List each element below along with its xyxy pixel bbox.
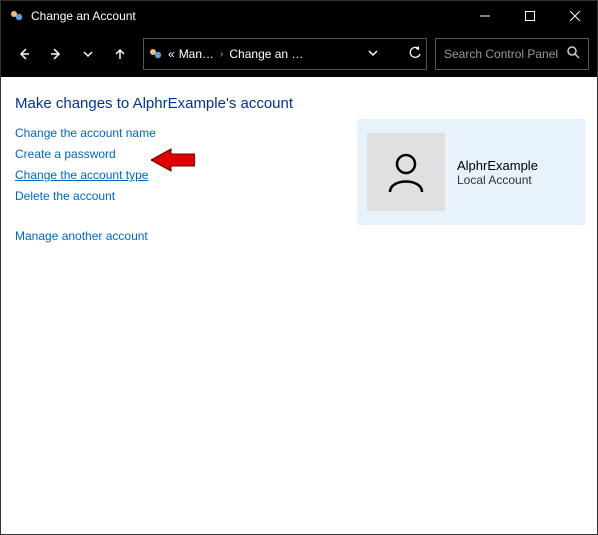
manage-another-account-link[interactable]: Manage another account [15, 229, 148, 243]
search-box[interactable] [435, 38, 589, 70]
navigation-bar: « Man… › Change an … [1, 31, 597, 77]
maximize-button[interactable] [507, 1, 552, 31]
location-icon [148, 46, 164, 62]
avatar [367, 133, 445, 211]
change-account-type-link[interactable]: Change the account type [15, 168, 148, 182]
window-title: Change an Account [31, 9, 462, 23]
content-area: Make changes to AlphrExample's account C… [1, 77, 597, 534]
search-input[interactable] [444, 47, 564, 61]
up-button[interactable] [105, 39, 135, 69]
account-card: AlphrExample Local Account [357, 119, 585, 225]
app-icon [9, 8, 25, 24]
breadcrumb-crumb-1[interactable]: Man… [179, 47, 214, 61]
account-info: AlphrExample Local Account [457, 158, 538, 187]
refresh-button[interactable] [408, 46, 422, 63]
breadcrumb-sep-icon: › [218, 49, 225, 60]
page-heading: Make changes to AlphrExample's account [15, 95, 583, 112]
create-password-link[interactable]: Create a password [15, 147, 116, 161]
forward-button[interactable] [41, 39, 71, 69]
address-dropdown-icon[interactable] [368, 47, 378, 61]
account-name: AlphrExample [457, 158, 538, 173]
titlebar: Change an Account [1, 1, 597, 31]
window-controls [462, 1, 597, 31]
close-button[interactable] [552, 1, 597, 31]
minimize-button[interactable] [462, 1, 507, 31]
breadcrumb-prefix: « [168, 47, 175, 61]
search-icon[interactable] [567, 46, 580, 62]
back-button[interactable] [9, 39, 39, 69]
account-type: Local Account [457, 173, 538, 187]
delete-account-link[interactable]: Delete the account [15, 189, 115, 203]
breadcrumb-crumb-2[interactable]: Change an … [229, 47, 303, 61]
address-bar[interactable]: « Man… › Change an … [143, 38, 427, 70]
change-account-name-link[interactable]: Change the account name [15, 126, 156, 140]
recent-dropdown-button[interactable] [73, 39, 103, 69]
